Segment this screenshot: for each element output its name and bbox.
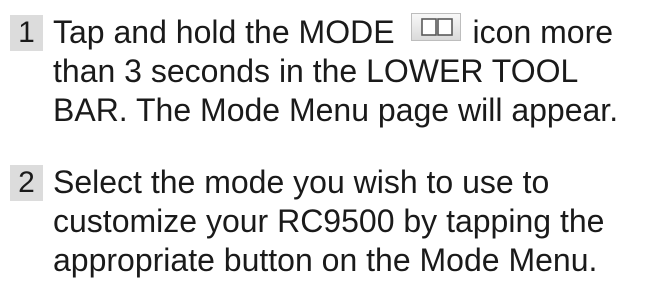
step-2-line-3: appropriate button on the Mode Menu. bbox=[53, 242, 598, 278]
step-1-line-1-after-icon: icon more bbox=[472, 14, 614, 50]
step-2-text: Select the mode you wish to use to custo… bbox=[53, 163, 638, 280]
step-1-text: Tap and hold the MODE icon more than 3 s… bbox=[53, 13, 638, 130]
step-1-line-1-before-icon: Tap and hold the MODE bbox=[53, 14, 395, 50]
step-number-badge: 2 bbox=[10, 165, 43, 201]
step-2-line-2: customize your RC9500 by tapping the bbox=[53, 203, 605, 239]
mode-book-icon bbox=[410, 13, 461, 41]
step-1-line-3: BAR. The Mode Menu page will appear. bbox=[53, 92, 619, 128]
step-1-line-2: than 3 seconds in the LOWER TOOL bbox=[53, 53, 579, 89]
instruction-steps: 1 Tap and hold the MODE icon more than 3… bbox=[0, 0, 645, 296]
step-number-badge: 1 bbox=[10, 15, 43, 51]
step-2-line-1: Select the mode you wish to use to bbox=[53, 164, 550, 200]
step-1-line-1: Tap and hold the MODE icon more bbox=[53, 13, 638, 52]
